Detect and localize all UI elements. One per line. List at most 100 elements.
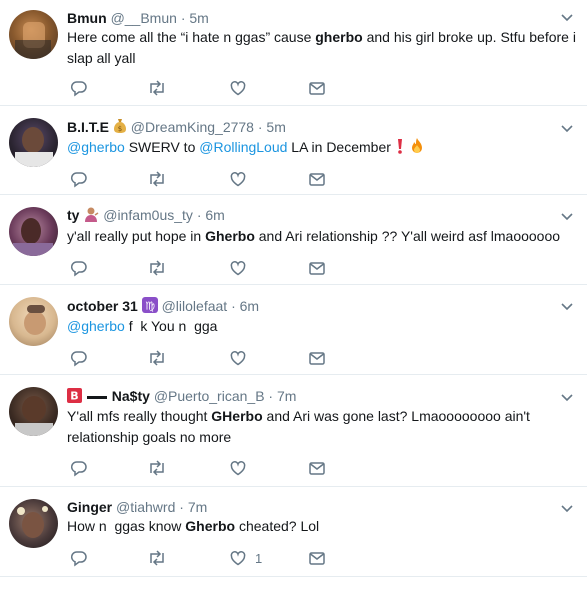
fire-icon bbox=[409, 137, 425, 160]
avatar[interactable] bbox=[9, 10, 58, 59]
chevron-down-icon[interactable] bbox=[561, 503, 573, 515]
tweet[interactable]: october 31 ♍ @lilolefaat · 6m @gherbo f … bbox=[0, 285, 587, 373]
avatar[interactable] bbox=[9, 387, 58, 436]
avatar-image bbox=[24, 305, 46, 335]
avatar-image bbox=[15, 127, 53, 167]
dm-button[interactable] bbox=[308, 169, 326, 189]
avatar[interactable] bbox=[9, 297, 58, 346]
svg-text:B: B bbox=[70, 390, 78, 403]
like-button[interactable] bbox=[229, 78, 247, 98]
dm-button[interactable] bbox=[308, 348, 326, 368]
tweet-header: Bmun @__Bmun · 5m bbox=[67, 9, 209, 27]
like-button[interactable]: 1 bbox=[229, 548, 262, 568]
timestamp[interactable]: 7m bbox=[277, 388, 296, 404]
retweet-icon bbox=[150, 80, 164, 96]
like-button[interactable] bbox=[229, 348, 247, 368]
timestamp[interactable]: 5m bbox=[189, 10, 208, 26]
divider bbox=[0, 576, 587, 577]
chevron-down-icon[interactable] bbox=[561, 301, 573, 313]
chevron-down-icon[interactable] bbox=[561, 123, 573, 135]
mention-link[interactable]: @gherbo bbox=[67, 318, 125, 334]
reply-button[interactable] bbox=[70, 78, 88, 98]
envelope-icon bbox=[309, 82, 325, 95]
reply-button[interactable] bbox=[70, 169, 88, 189]
display-name[interactable]: ty bbox=[67, 207, 79, 223]
tweet-actions bbox=[67, 78, 367, 100]
retweet-button[interactable] bbox=[147, 548, 167, 568]
timestamp[interactable]: 6m bbox=[240, 298, 259, 314]
chevron-down-icon[interactable] bbox=[561, 392, 573, 404]
envelope-icon bbox=[309, 173, 325, 186]
tweet-actions bbox=[67, 458, 367, 480]
text-segment-bold: Gherbo bbox=[185, 518, 236, 534]
text-segment: How n ggas know bbox=[67, 518, 186, 534]
reply-icon bbox=[70, 81, 87, 97]
like-button[interactable] bbox=[229, 258, 247, 278]
retweet-icon bbox=[150, 550, 164, 566]
user-handle[interactable]: @lilolefaat bbox=[162, 298, 228, 314]
tweet-actions bbox=[67, 258, 367, 280]
envelope-icon bbox=[309, 552, 325, 565]
reply-button[interactable] bbox=[70, 348, 88, 368]
retweet-button[interactable] bbox=[147, 169, 167, 189]
retweet-icon bbox=[150, 460, 164, 476]
tweet-header: Ginger @tiahwrd · 7m bbox=[67, 498, 207, 516]
text-segment: f k You n gga bbox=[124, 318, 218, 334]
user-handle[interactable]: @__Bmun bbox=[111, 10, 177, 26]
tweet[interactable]: B Na$ty @Puerto_rican_B · 7m Y'all mfs r… bbox=[0, 375, 587, 485]
tweet[interactable]: ty @infam0us_ty · 6m y'all really put ho… bbox=[0, 195, 587, 283]
svg-text:♍: ♍ bbox=[145, 300, 155, 313]
avatar[interactable] bbox=[9, 207, 58, 256]
avatar[interactable] bbox=[9, 499, 58, 548]
tweet[interactable]: B.I.T.E $ @DreamKing_2778 · 5m @gherbo S… bbox=[0, 106, 587, 194]
tweet-header: ty @infam0us_ty · 6m bbox=[67, 206, 225, 226]
reply-icon bbox=[70, 461, 87, 477]
mention-link[interactable]: @gherbo bbox=[67, 139, 125, 155]
timestamp[interactable]: 7m bbox=[188, 499, 207, 515]
like-button[interactable] bbox=[229, 169, 247, 189]
retweet-button[interactable] bbox=[147, 458, 167, 478]
user-handle[interactable]: @tiahwrd bbox=[116, 499, 175, 515]
avatar[interactable] bbox=[9, 118, 58, 167]
text-segment: LA in December bbox=[287, 139, 395, 155]
retweet-button[interactable] bbox=[147, 258, 167, 278]
display-name[interactable]: Bmun bbox=[67, 10, 107, 26]
heart-icon bbox=[230, 351, 246, 366]
user-handle[interactable]: @Puerto_rican_B bbox=[154, 388, 265, 404]
display-name[interactable]: Ginger bbox=[67, 499, 112, 515]
retweet-button[interactable] bbox=[147, 348, 167, 368]
dm-button[interactable] bbox=[308, 78, 326, 98]
display-name[interactable]: B.I.T.E bbox=[67, 119, 109, 135]
mention-link[interactable]: @RollingLoud bbox=[199, 139, 287, 155]
tweet[interactable]: Bmun @__Bmun · 5m Here come all the “i h… bbox=[0, 0, 587, 104]
reply-button[interactable] bbox=[70, 258, 88, 278]
tweet-header: B.I.T.E $ @DreamKing_2778 · 5m bbox=[67, 118, 286, 138]
like-count: 1 bbox=[255, 550, 263, 566]
display-name[interactable]: Na$ty bbox=[112, 388, 150, 404]
separator-dot: · bbox=[268, 388, 274, 404]
timestamp[interactable]: 6m bbox=[205, 207, 224, 223]
separator-dot: · bbox=[179, 499, 184, 515]
retweet-button[interactable] bbox=[147, 78, 167, 98]
reply-icon bbox=[70, 351, 87, 367]
reply-button[interactable] bbox=[70, 458, 88, 478]
chevron-down-icon[interactable] bbox=[561, 211, 573, 223]
retweet-icon bbox=[150, 350, 164, 366]
text-segment: cheated? Lol bbox=[235, 518, 320, 534]
reply-button[interactable] bbox=[70, 548, 88, 568]
dash-icon bbox=[86, 389, 108, 407]
tweet-header: october 31 ♍ @lilolefaat · 6m bbox=[67, 297, 259, 317]
dm-button[interactable] bbox=[308, 258, 326, 278]
tweet-actions: 1 bbox=[67, 548, 367, 570]
dm-button[interactable] bbox=[308, 458, 326, 478]
tweet[interactable]: Ginger @tiahwrd · 7m How n ggas know Ghe… bbox=[0, 487, 587, 575]
timestamp[interactable]: 5m bbox=[266, 119, 285, 135]
avatar-image bbox=[13, 218, 53, 256]
chevron-down-icon[interactable] bbox=[561, 12, 573, 24]
tweet-text: @gherbo f k You n gga bbox=[67, 316, 577, 337]
display-name[interactable]: october 31 bbox=[67, 298, 138, 314]
dm-button[interactable] bbox=[308, 548, 326, 568]
user-handle[interactable]: @DreamKing_2778 bbox=[131, 119, 254, 135]
like-button[interactable] bbox=[229, 458, 247, 478]
user-handle[interactable]: @infam0us_ty bbox=[103, 207, 193, 223]
